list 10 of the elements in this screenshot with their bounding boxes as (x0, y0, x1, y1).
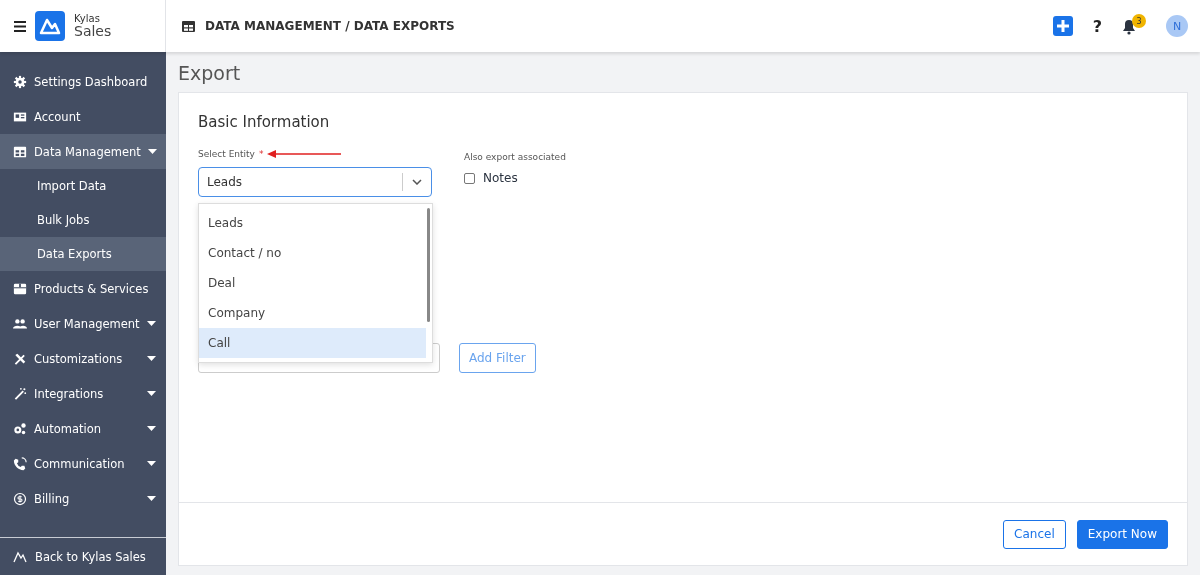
product-name: Sales (74, 23, 112, 40)
required-mark: * (258, 149, 264, 159)
page-title: Export (178, 62, 242, 84)
breadcrumb: DATA MANAGEMENT / DATA EXPORTS (205, 19, 455, 33)
section-title: Basic Information (198, 113, 331, 131)
field-label: Also export associated (464, 152, 566, 162)
checkbox-label: Notes (483, 171, 518, 185)
brand-name: Kylas (74, 12, 101, 24)
field-label: Select Entity (198, 149, 255, 159)
notification-badge: 3 (1132, 14, 1146, 28)
